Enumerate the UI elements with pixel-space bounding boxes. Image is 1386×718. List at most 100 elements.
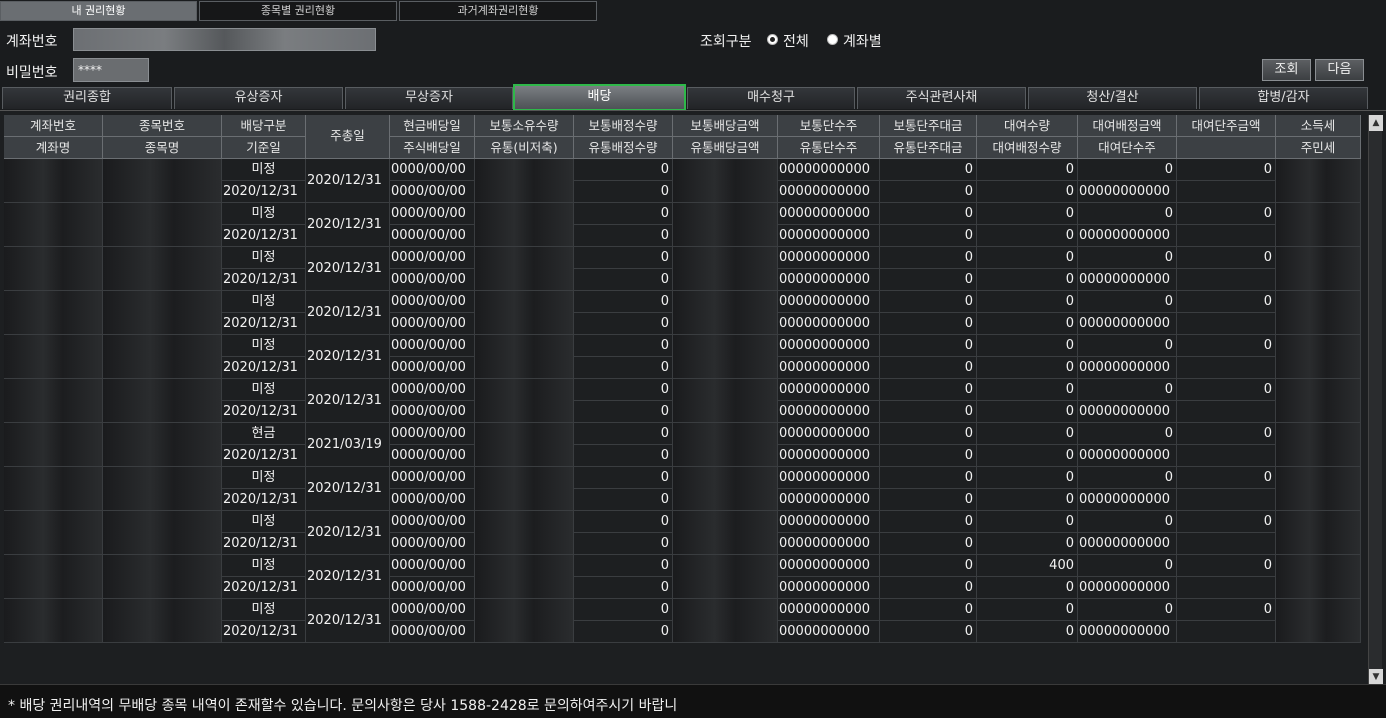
fraction-cell[interactable]: 00000000000 [778, 401, 880, 423]
alloc-cell[interactable]: 0 [574, 269, 673, 291]
lend-qty-cell[interactable]: 0 [977, 247, 1078, 269]
lend-alloc-cell[interactable]: 0 [1078, 599, 1177, 621]
lend-alloc-cell[interactable]: 0 [1078, 335, 1177, 357]
stock-cell[interactable] [103, 291, 222, 335]
meeting-date-cell[interactable]: 2020/12/31 [306, 467, 390, 511]
lend-fraction-amount-cell[interactable]: 0 [1177, 599, 1276, 621]
tax-cell[interactable] [1276, 423, 1361, 467]
stock-cell[interactable] [103, 379, 222, 423]
stock-date-cell[interactable]: 0000/00/00 [390, 577, 475, 599]
fraction-amount-cell[interactable]: 0 [880, 335, 977, 357]
lend-fraction-amount-cell[interactable]: 0 [1177, 423, 1276, 445]
lend-fraction-cell[interactable]: 00000000000 [1078, 181, 1177, 203]
lend-alloc-cell[interactable]: 0 [1078, 247, 1177, 269]
lend-alloc-cell[interactable]: 0 [1078, 291, 1177, 313]
lend-alloc-cell[interactable]: 0 [1078, 423, 1177, 445]
alloc-cell[interactable]: 0 [574, 577, 673, 599]
stock-cell[interactable] [103, 467, 222, 511]
amount-cell[interactable] [673, 379, 778, 423]
cash-date-cell[interactable]: 0000/00/00 [390, 555, 475, 577]
cash-date-cell[interactable]: 0000/00/00 [390, 203, 475, 225]
amount-cell[interactable] [673, 203, 778, 247]
dividend-type-cell[interactable]: 미정 [222, 159, 306, 181]
scroll-down-icon[interactable]: ▼ [1369, 669, 1383, 685]
account-number-field[interactable] [73, 28, 376, 51]
holding-cell[interactable] [475, 379, 574, 423]
meeting-date-cell[interactable]: 2020/12/31 [306, 159, 390, 203]
fraction-cell[interactable]: 00000000000 [778, 247, 880, 269]
amount-cell[interactable] [673, 599, 778, 643]
dividend-type-cell[interactable]: 미정 [222, 467, 306, 489]
lend-qty-cell[interactable]: 0 [977, 159, 1078, 181]
stock-cell[interactable] [103, 247, 222, 291]
lend-alloc-cell[interactable]: 0 [1078, 203, 1177, 225]
fraction-amount-cell[interactable]: 0 [880, 489, 977, 511]
stock-date-cell[interactable]: 0000/00/00 [390, 533, 475, 555]
fraction-amount-cell[interactable]: 0 [880, 533, 977, 555]
lend-fraction-amount-cell[interactable]: 0 [1177, 467, 1276, 489]
fraction-cell[interactable]: 00000000000 [778, 269, 880, 291]
stock-cell[interactable] [103, 511, 222, 555]
meeting-date-cell[interactable]: 2020/12/31 [306, 555, 390, 599]
record-date-cell[interactable]: 2020/12/31 [222, 181, 306, 203]
tax-cell[interactable] [1276, 335, 1361, 379]
account-cell[interactable] [4, 291, 103, 335]
alloc-cell[interactable]: 0 [574, 247, 673, 269]
dividend-type-cell[interactable]: 미정 [222, 511, 306, 533]
amount-cell[interactable] [673, 291, 778, 335]
alloc-cell[interactable]: 0 [574, 203, 673, 225]
account-cell[interactable] [4, 247, 103, 291]
tab-paid-increase[interactable]: 유상증자 [174, 87, 343, 109]
lend-fraction-cell[interactable]: 00000000000 [1078, 489, 1177, 511]
lend-fraction-cell[interactable]: 00000000000 [1078, 225, 1177, 247]
account-cell[interactable] [4, 379, 103, 423]
dividend-type-cell[interactable]: 미정 [222, 291, 306, 313]
fraction-amount-cell[interactable]: 0 [880, 379, 977, 401]
alloc-cell[interactable]: 0 [574, 511, 673, 533]
tab-rights-by-stock[interactable]: 종목별 권리현황 [199, 1, 397, 21]
stock-cell[interactable] [103, 335, 222, 379]
dividend-type-cell[interactable]: 미정 [222, 379, 306, 401]
dividend-type-cell[interactable]: 미정 [222, 599, 306, 621]
fraction-amount-cell[interactable]: 0 [880, 291, 977, 313]
lend-fraction-cell[interactable]: 00000000000 [1078, 313, 1177, 335]
record-date-cell[interactable]: 2020/12/31 [222, 225, 306, 247]
alloc-cell[interactable]: 0 [574, 445, 673, 467]
fraction-cell[interactable]: 00000000000 [778, 159, 880, 181]
lend-fraction-amount-cell[interactable]: 0 [1177, 511, 1276, 533]
meeting-date-cell[interactable]: 2020/12/31 [306, 247, 390, 291]
holding-cell[interactable] [475, 335, 574, 379]
lend-alloc-qty-cell[interactable]: 0 [977, 269, 1078, 291]
record-date-cell[interactable]: 2020/12/31 [222, 357, 306, 379]
stock-date-cell[interactable]: 0000/00/00 [390, 225, 475, 247]
alloc-cell[interactable]: 0 [574, 599, 673, 621]
dividend-type-cell[interactable]: 미정 [222, 555, 306, 577]
password-field[interactable]: **** [73, 58, 149, 82]
record-date-cell[interactable]: 2020/12/31 [222, 313, 306, 335]
fraction-cell[interactable]: 00000000000 [778, 555, 880, 577]
lend-qty-cell[interactable]: 0 [977, 599, 1078, 621]
cash-date-cell[interactable]: 0000/00/00 [390, 159, 475, 181]
tax-cell[interactable] [1276, 379, 1361, 423]
cash-date-cell[interactable]: 0000/00/00 [390, 379, 475, 401]
account-cell[interactable] [4, 159, 103, 203]
holding-cell[interactable] [475, 291, 574, 335]
dividend-type-cell[interactable]: 미정 [222, 203, 306, 225]
lend-qty-cell[interactable]: 0 [977, 511, 1078, 533]
cash-date-cell[interactable]: 0000/00/00 [390, 467, 475, 489]
tax-cell[interactable] [1276, 599, 1361, 643]
alloc-cell[interactable]: 0 [574, 621, 673, 643]
cash-date-cell[interactable]: 0000/00/00 [390, 599, 475, 621]
alloc-cell[interactable]: 0 [574, 379, 673, 401]
fraction-amount-cell[interactable]: 0 [880, 203, 977, 225]
lend-fraction-cell[interactable]: 00000000000 [1078, 269, 1177, 291]
stock-cell[interactable] [103, 159, 222, 203]
lend-alloc-cell[interactable]: 0 [1078, 467, 1177, 489]
stock-cell[interactable] [103, 423, 222, 467]
stock-date-cell[interactable]: 0000/00/00 [390, 401, 475, 423]
grid-cell[interactable] [1177, 357, 1276, 379]
tab-merger[interactable]: 합병/감자 [1199, 87, 1368, 109]
fraction-cell[interactable]: 00000000000 [778, 313, 880, 335]
fraction-amount-cell[interactable]: 0 [880, 247, 977, 269]
lend-fraction-cell[interactable]: 00000000000 [1078, 577, 1177, 599]
